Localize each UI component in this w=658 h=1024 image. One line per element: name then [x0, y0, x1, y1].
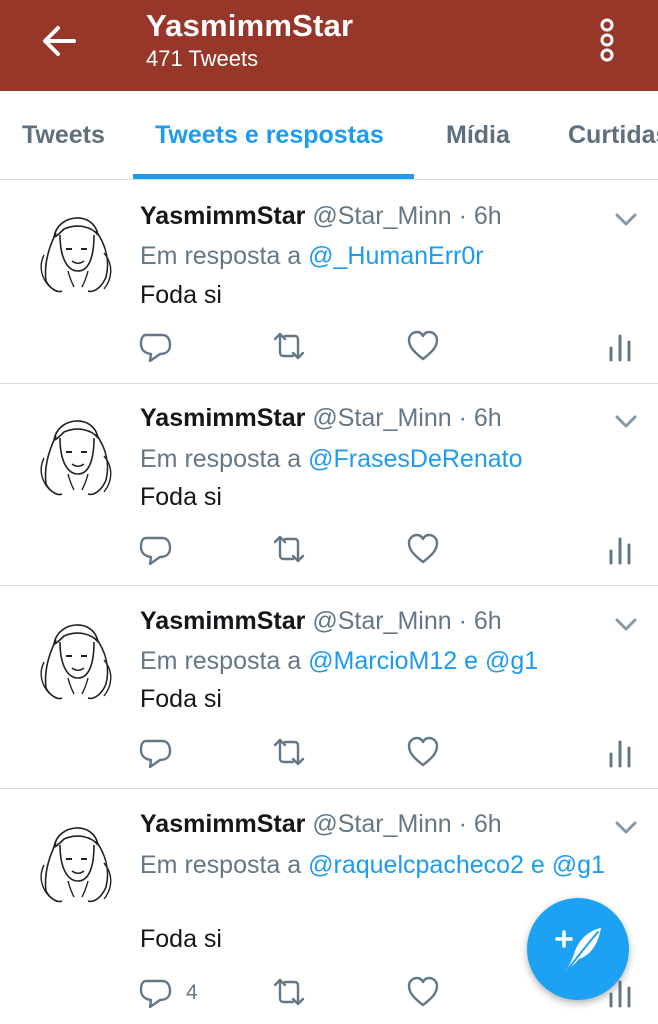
tweet-header: YasmimmStar @Star_Minn · 6h — [140, 607, 502, 636]
chevron-down-icon[interactable] — [612, 412, 640, 432]
tab-tweets-e-respostas[interactable]: Tweets e respostas — [155, 121, 384, 150]
reply-prefix: Em resposta a — [140, 647, 302, 675]
retweet-icon[interactable] — [272, 533, 306, 565]
avatar[interactable] — [34, 813, 118, 909]
tweet-time: · 6h — [458, 607, 502, 635]
tweet-time: · 6h — [458, 404, 502, 432]
more-vertical-icon — [600, 18, 614, 62]
tweet-time: · 6h — [458, 810, 502, 838]
display-name[interactable]: YasmimmStar — [140, 404, 305, 432]
profile-tabs: Tweets Tweets e respostas Mídia Curtidas — [0, 91, 658, 180]
tweet-header: YasmimmStar @Star_Minn · 6h — [140, 404, 502, 433]
reply-prefix: Em resposta a — [140, 242, 302, 270]
user-handle[interactable]: @Star_Minn — [312, 810, 451, 838]
display-name[interactable]: YasmimmStar — [140, 202, 305, 230]
tweet-text: Foda si — [140, 281, 222, 309]
chevron-down-icon[interactable] — [612, 615, 640, 635]
app-header: YasmimmStar 471 Tweets — [0, 0, 658, 91]
tweet-time: · 6h — [458, 202, 502, 230]
reply-context: Em resposta a @raquelcpacheco2 e @g1 — [140, 847, 610, 884]
avatar[interactable] — [34, 610, 118, 706]
tweet-item[interactable]: YasmimmStar @Star_Minn · 6h Em resposta … — [0, 180, 658, 384]
compose-tweet-button[interactable] — [527, 898, 629, 1000]
profile-title: YasmimmStar — [146, 8, 354, 43]
tweet-text: Foda si — [140, 685, 222, 713]
tweet-header: YasmimmStar @Star_Minn · 6h — [140, 202, 502, 231]
analytics-icon[interactable] — [604, 330, 638, 362]
user-handle[interactable]: @Star_Minn — [312, 404, 451, 432]
mention-link[interactable]: @MarcioM12 — [308, 647, 457, 675]
mention-joiner: e — [530, 851, 545, 879]
mention-joiner: e — [464, 647, 479, 675]
display-name[interactable]: YasmimmStar — [140, 810, 305, 838]
tab-midia[interactable]: Mídia — [446, 121, 510, 150]
heart-icon[interactable] — [406, 736, 440, 768]
mention-link[interactable]: @_HumanErr0r — [308, 242, 483, 270]
user-handle[interactable]: @Star_Minn — [312, 202, 451, 230]
reply-context: Em resposta a @FrasesDeRenato — [140, 445, 523, 474]
mention-link[interactable]: @raquelcpacheco2 — [308, 851, 524, 879]
analytics-icon[interactable] — [604, 533, 638, 565]
reply-icon[interactable] — [138, 976, 172, 1008]
arrow-left-icon — [43, 26, 76, 56]
tweet-item[interactable]: YasmimmStar @Star_Minn · 6h Em resposta … — [0, 384, 658, 586]
tab-curtidas[interactable]: Curtidas — [568, 121, 658, 150]
reply-icon[interactable] — [138, 533, 172, 565]
active-tab-indicator — [133, 174, 414, 179]
back-button[interactable] — [38, 22, 82, 60]
tweet-count: 471 Tweets — [146, 46, 259, 71]
tweet-header: YasmimmStar @Star_Minn · 6h — [140, 810, 502, 839]
avatar[interactable] — [34, 406, 118, 502]
display-name[interactable]: YasmimmStar — [140, 607, 305, 635]
avatar[interactable] — [34, 203, 118, 299]
heart-icon[interactable] — [406, 533, 440, 565]
retweet-icon[interactable] — [272, 330, 306, 362]
more-options-button[interactable] — [590, 18, 624, 64]
reply-icon[interactable] — [138, 736, 172, 768]
reply-context: Em resposta a @MarcioM12 e @g1 — [140, 647, 538, 676]
mention-link[interactable]: @g1 — [552, 851, 605, 879]
user-handle[interactable]: @Star_Minn — [312, 607, 451, 635]
mention-link[interactable]: @g1 — [485, 647, 538, 675]
reply-prefix: Em resposta a — [140, 445, 302, 473]
retweet-icon[interactable] — [272, 736, 306, 768]
reply-count: 4 — [186, 981, 198, 1004]
analytics-icon[interactable] — [604, 736, 638, 768]
reply-context: Em resposta a @_HumanErr0r — [140, 242, 484, 271]
tab-tweets[interactable]: Tweets — [22, 121, 105, 150]
reply-icon[interactable] — [138, 330, 172, 362]
compose-feather-icon — [555, 928, 601, 971]
retweet-icon[interactable] — [272, 976, 306, 1008]
reply-prefix: Em resposta a — [140, 851, 302, 879]
heart-icon[interactable] — [406, 330, 440, 362]
heart-icon[interactable] — [406, 976, 440, 1008]
chevron-down-icon[interactable] — [612, 210, 640, 230]
mention-link[interactable]: @FrasesDeRenato — [308, 445, 522, 473]
tweet-text: Foda si — [140, 483, 222, 511]
tweet-text: Foda si — [140, 925, 222, 953]
chevron-down-icon[interactable] — [612, 818, 640, 838]
tweet-item[interactable]: YasmimmStar @Star_Minn · 6h Em resposta … — [0, 586, 658, 789]
